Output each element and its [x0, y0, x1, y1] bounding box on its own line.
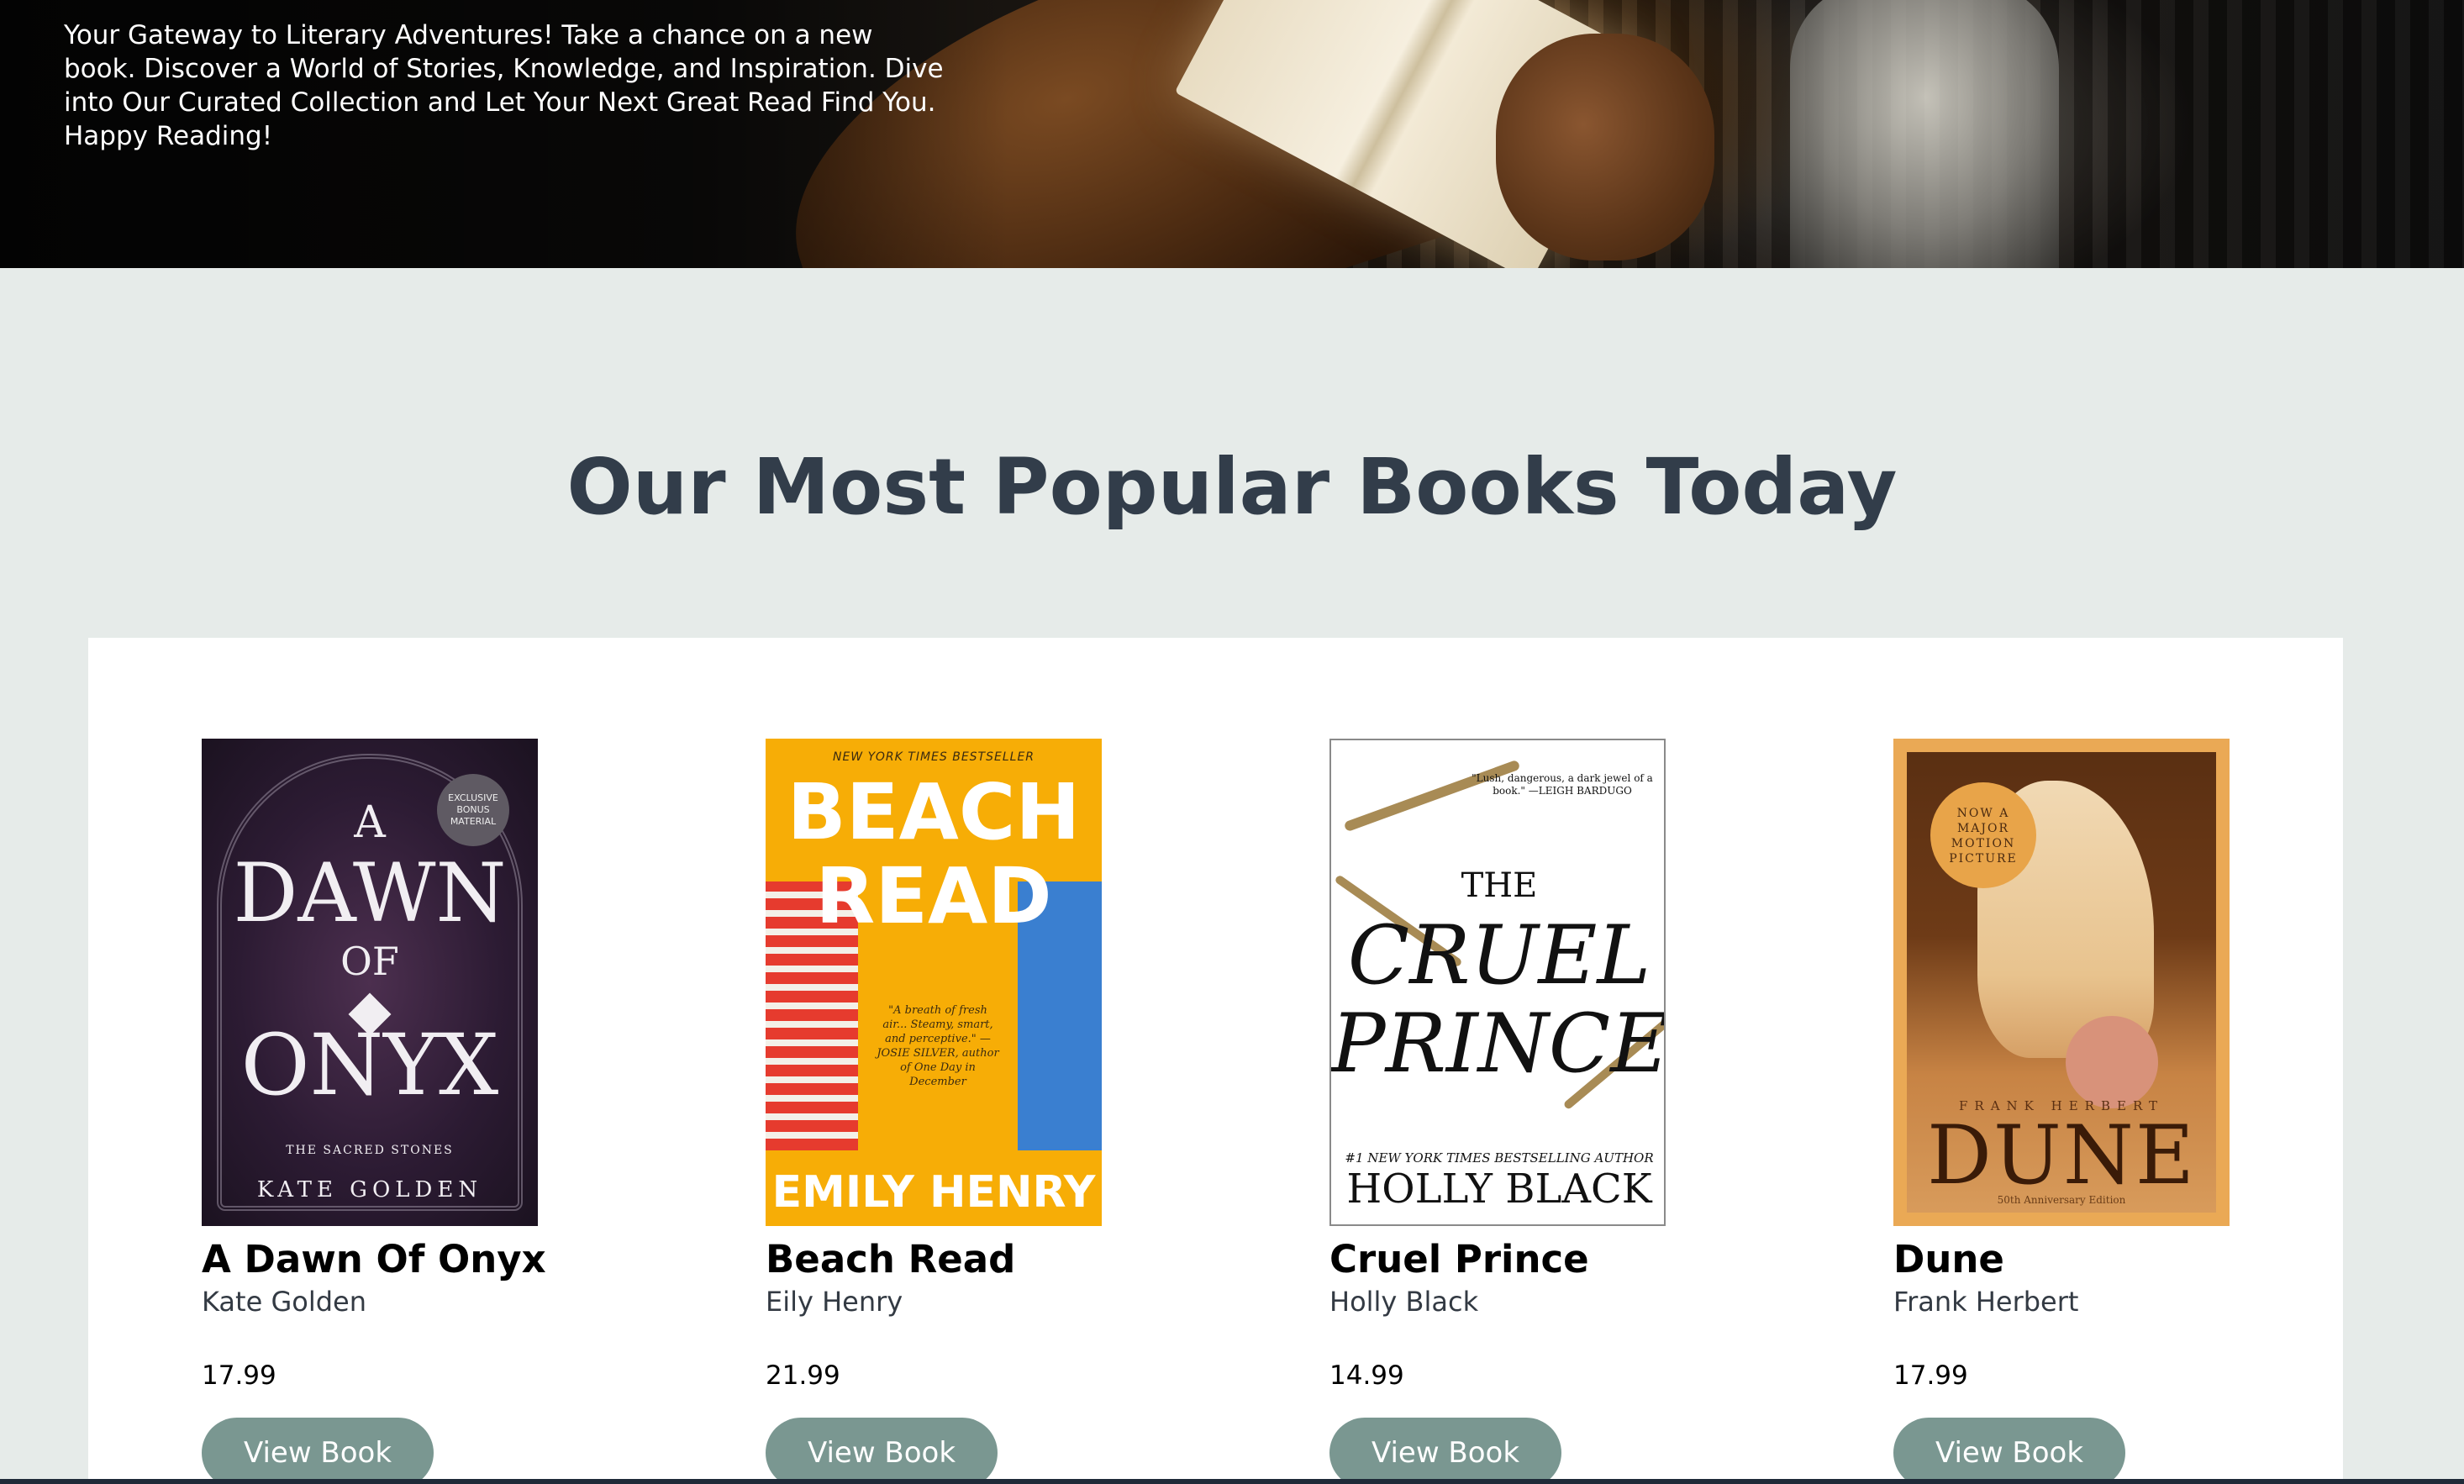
view-book-button[interactable]: View Book: [1893, 1418, 2125, 1484]
hero-tagline: Your Gateway to Literary Adventures! Tak…: [64, 20, 944, 151]
cover-edition: 50th Anniversary Edition: [1997, 1194, 2126, 1206]
view-book-button[interactable]: View Book: [1329, 1418, 1561, 1484]
cover-sun: [2066, 1016, 2158, 1108]
book-price: 17.99: [202, 1360, 276, 1391]
book-card: NEW YORK TIMES BESTSELLER BEACH READ "A …: [766, 739, 1236, 1484]
cover-author: KATE GOLDEN: [256, 1177, 483, 1202]
book-title: Cruel Prince: [1329, 1237, 1589, 1281]
hero-banner: Your Gateway to Literary Adventures! Tak…: [0, 0, 2464, 268]
book-author: Holly Black: [1329, 1286, 1479, 1318]
book-cover-image[interactable]: NEW YORK TIMES BESTSELLER BEACH READ "A …: [766, 739, 1102, 1226]
book-title: Beach Read: [766, 1237, 1016, 1281]
book-cover-image[interactable]: EXCLUSIVE BONUS MATERIAL A DAWN OF ONYX …: [202, 739, 538, 1226]
cover-author: EMILY HENRY: [771, 1167, 1096, 1218]
book-price: 21.99: [766, 1360, 840, 1391]
book-title: Dune: [1893, 1237, 2004, 1281]
book-author: Eily Henry: [766, 1286, 903, 1318]
cover-title-line: ONYX: [240, 1016, 499, 1114]
cover-kicker: #1 NEW YORK TIMES BESTSELLING AUTHOR: [1345, 1150, 1654, 1166]
cover-title-line: DAWN: [233, 846, 507, 940]
book-author: Kate Golden: [202, 1286, 366, 1318]
cover-title-line: OF: [340, 939, 399, 984]
cover-movie-stamp: NOW A MAJOR MOTION PICTURE: [1930, 782, 2036, 888]
book-cover-image[interactable]: "Lush, dangerous, a dark jewel of a book…: [1329, 739, 1666, 1226]
cover-title-line: THE: [1461, 866, 1538, 905]
cover-title-line: CRUEL: [1347, 908, 1651, 1002]
cover-title-line: A: [354, 797, 386, 848]
hero-reader-dress: [1790, 0, 2059, 268]
view-book-button[interactable]: View Book: [202, 1418, 434, 1484]
cover-series: THE SACRED STONES: [286, 1144, 454, 1157]
page-bottom-edge: [0, 1479, 2464, 1484]
book-card: NOW A MAJOR MOTION PICTURE FRANK HERBERT…: [1893, 739, 2364, 1484]
book-price: 17.99: [1893, 1360, 1968, 1391]
cover-quote: "A breath of fresh air... Steamy, smart,…: [877, 1004, 999, 1088]
cover-kicker: NEW YORK TIMES BESTSELLER: [832, 750, 1035, 764]
book-author: Frank Herbert: [1893, 1286, 2079, 1318]
section-title: Our Most Popular Books Today: [566, 442, 1898, 532]
book-card: "Lush, dangerous, a dark jewel of a book…: [1329, 739, 1800, 1484]
cover-author: HOLLY BLACK: [1346, 1166, 1652, 1213]
cover-quote: "Lush, dangerous, a dark jewel of a book…: [1472, 772, 1653, 797]
cover-title-line: READ: [815, 851, 1052, 941]
book-price: 14.99: [1329, 1360, 1404, 1391]
book-title: A Dawn Of Onyx: [202, 1237, 546, 1281]
book-card: EXCLUSIVE BONUS MATERIAL A DAWN OF ONYX …: [202, 739, 672, 1484]
cover-title: DUNE: [1927, 1108, 2196, 1202]
book-cover-image[interactable]: NOW A MAJOR MOTION PICTURE FRANK HERBERT…: [1893, 739, 2230, 1226]
view-book-button[interactable]: View Book: [766, 1418, 998, 1484]
hero-reader-hand: [1496, 34, 1714, 260]
cover-title-line: PRINCE: [1331, 997, 1666, 1091]
cover-title-line: BEACH: [787, 767, 1081, 857]
